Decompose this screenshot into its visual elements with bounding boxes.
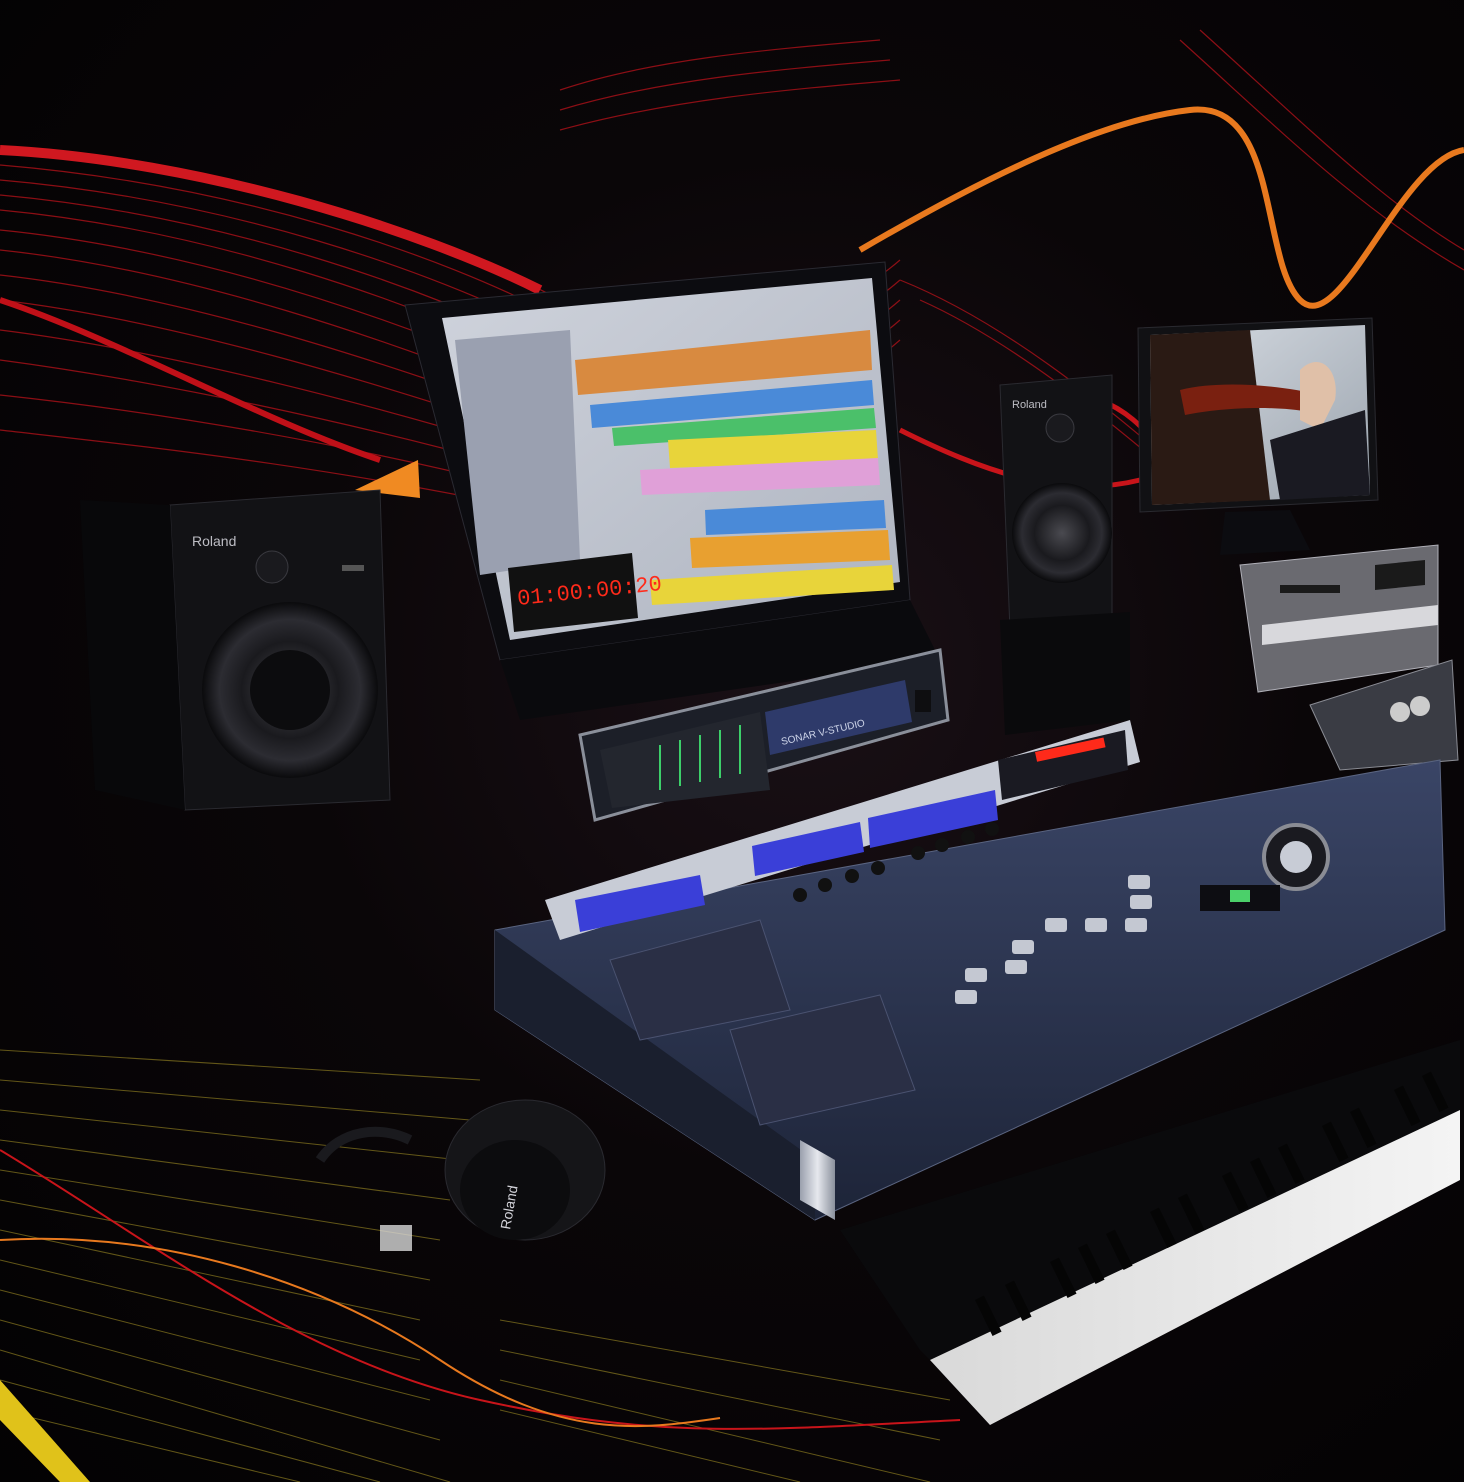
monitor-icon: 01:00:00:20 — [404, 261, 940, 720]
headphones-icon: Roland — [315, 1099, 606, 1251]
orange-ribbon — [858, 106, 1464, 309]
speaker-left-icon: Roland — [80, 489, 391, 811]
yellow-corner — [0, 1380, 90, 1482]
speaker-right-brand: Roland — [1012, 399, 1047, 411]
studio-illustration: Roland 01:00:00:20 SONAR V-STUDIO Roland… — [0, 29, 1464, 1482]
video-deck-icon — [1239, 544, 1439, 693]
video-monitor-icon — [1137, 317, 1379, 555]
studio-photo: Roland 01:00:00:20 SONAR V-STUDIO Roland… — [0, 0, 1464, 1482]
speaker-right-icon: Roland — [999, 374, 1130, 735]
speaker-left-brand: Roland — [192, 533, 236, 549]
